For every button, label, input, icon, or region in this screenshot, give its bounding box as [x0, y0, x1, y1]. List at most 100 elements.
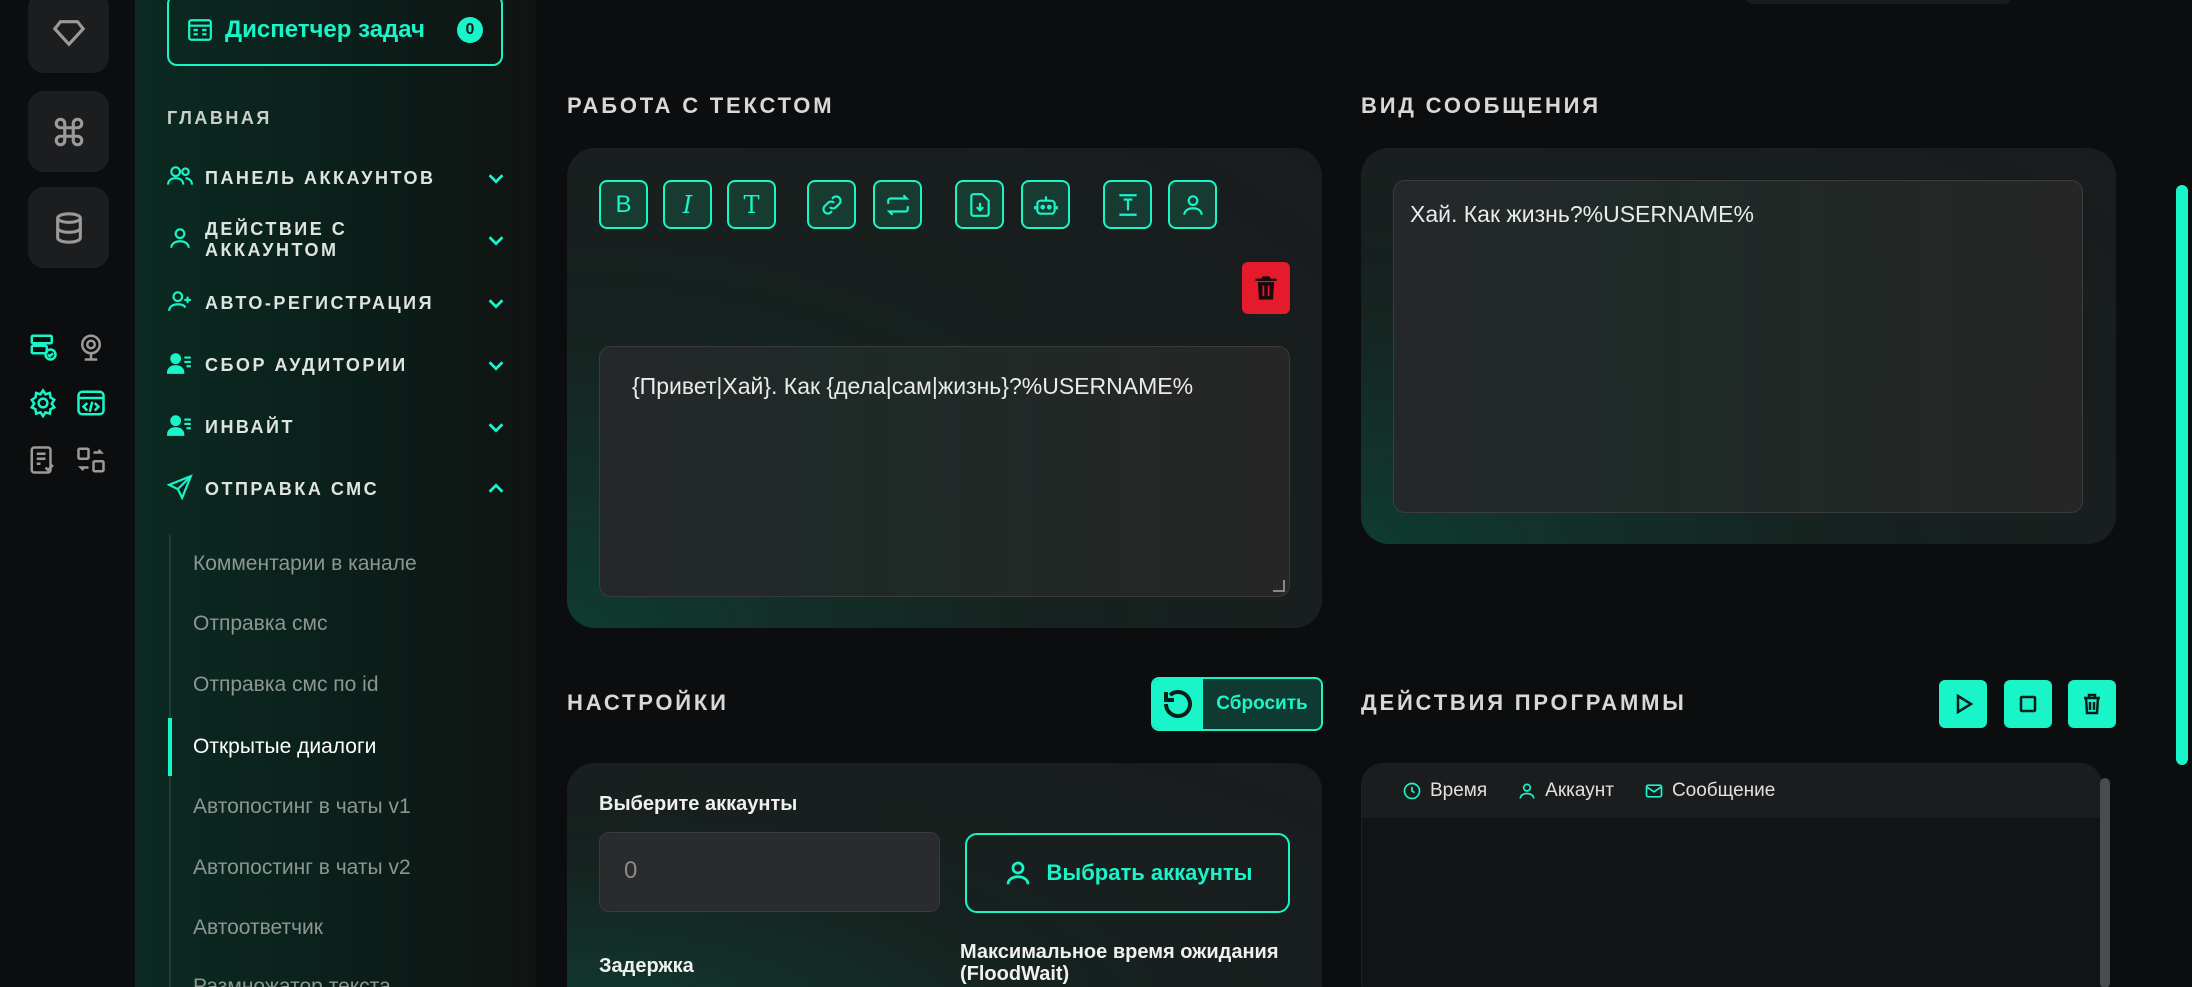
accounts-placeholder: 0 — [624, 857, 638, 884]
chevron-down-icon — [485, 292, 507, 314]
nav-label: ОТПРАВКА СМС — [205, 478, 380, 499]
stop-button[interactable] — [2004, 680, 2052, 728]
accounts-label: Выберите аккаунты — [599, 793, 798, 815]
user-icon — [1519, 783, 1535, 799]
column-label: Сообщение — [1671, 780, 1776, 801]
webcam-icon[interactable] — [74, 330, 108, 364]
submenu-item[interactable]: Комментарии в канале — [193, 552, 417, 576]
submenu-item[interactable]: Автоответчик — [193, 916, 323, 940]
send-icon — [166, 473, 193, 505]
clear-log-button[interactable] — [2068, 680, 2116, 728]
text-work-title: РАБОТА С ТЕКСТОМ — [567, 93, 835, 118]
nav-label: АВТО-РЕГИСТРАЦИЯ — [205, 292, 434, 313]
code-window-icon[interactable] — [74, 386, 108, 420]
task-manager-button[interactable]: Диспетчер задач 0 — [167, 0, 503, 66]
command-icon[interactable] — [28, 91, 109, 172]
bold-glyph: B — [615, 190, 632, 218]
clock-icon — [1403, 782, 1421, 800]
server-check-icon[interactable] — [26, 330, 60, 364]
actions-log: Время Аккаунт Сообщение — [1361, 763, 2102, 987]
bold-button[interactable]: B — [599, 180, 648, 229]
chevron-up-icon — [485, 478, 507, 500]
submenu-item[interactable]: Отправка смс — [193, 612, 327, 636]
column-label: Аккаунт — [1545, 780, 1614, 801]
select-accounts-label: Выбрать аккаунты — [1046, 860, 1253, 885]
accounts-input[interactable]: 0 — [599, 832, 940, 912]
settings-title: НАСТРОЙКИ — [567, 690, 729, 715]
text-format-icon — [1118, 193, 1137, 216]
settings-gear-icon[interactable] — [26, 386, 60, 420]
nav-label: СБОР АУДИТОРИИ — [205, 354, 408, 375]
select-accounts-button[interactable]: Выбрать аккаунты — [965, 833, 1290, 913]
database-icon[interactable] — [28, 187, 109, 268]
reset-icon — [1153, 679, 1203, 729]
bot-button[interactable] — [1021, 180, 1070, 229]
top-bar-edge — [1746, 0, 2011, 4]
submenu-item-active[interactable]: Открытые диалоги — [193, 735, 376, 759]
reset-label: Сбросить — [1216, 693, 1308, 714]
icon-rail — [0, 0, 135, 987]
play-button[interactable] — [1939, 680, 1987, 728]
chevron-down-icon — [485, 229, 507, 251]
nav-item-send-sms[interactable]: ОТПРАВКА СМС — [166, 469, 507, 509]
user-icon — [167, 225, 193, 256]
submenu-item[interactable]: Автопостинг в чаты v1 — [193, 795, 411, 819]
repeat-button[interactable] — [873, 180, 922, 229]
floodwait-label: Максимальное время ожидания (FloodWait) — [960, 941, 1279, 985]
page-scrollbar[interactable] — [2176, 185, 2188, 765]
log-header: Время Аккаунт Сообщение — [1362, 764, 2101, 818]
nav-item-account-action[interactable]: ДЕЙСТВИЕ С АККАУНТОМ — [167, 219, 507, 260]
delay-label: Задержка — [599, 955, 694, 977]
nav-label: ПАНЕЛЬ АККАУНТОВ — [205, 167, 436, 188]
chevron-down-icon — [485, 416, 507, 438]
checklist-icon[interactable] — [26, 443, 60, 477]
italic-glyph: I — [682, 190, 693, 219]
mail-icon — [1645, 784, 1663, 798]
user-icon — [1006, 861, 1029, 885]
log-column-message: Сообщение — [1644, 780, 1775, 802]
resize-handle[interactable] — [1273, 580, 1285, 592]
template-textarea[interactable]: {Привет|Хай}. Как {дела|сам|жизнь}?%USER… — [599, 346, 1290, 597]
nav-item-auto-registration[interactable]: АВТО-РЕГИСТРАЦИЯ — [167, 283, 507, 323]
preview-title: ВИД СООБЩЕНИЯ — [1361, 93, 1601, 118]
reset-button[interactable]: Сбросить — [1151, 677, 1323, 731]
text-type-button[interactable]: T — [727, 180, 776, 229]
link-button[interactable] — [807, 180, 856, 229]
clear-text-button[interactable] — [1242, 262, 1290, 314]
template-text: {Привет|Хай}. Как {дела|сам|жизнь}?%USER… — [632, 373, 1194, 399]
submenu-item[interactable]: Автопостинг в чаты v2 — [193, 856, 411, 880]
transfer-icon[interactable] — [74, 443, 108, 477]
text-format-button[interactable] — [1103, 180, 1152, 229]
user-list-icon — [166, 350, 193, 381]
task-count-badge: 0 — [457, 17, 483, 43]
text-glyph: T — [743, 190, 760, 219]
log-scrollbar[interactable] — [2100, 778, 2110, 987]
submenu-item[interactable]: Отправка смс по id — [193, 673, 379, 697]
stop-icon — [2019, 695, 2037, 713]
users-icon — [167, 163, 193, 194]
preview-text: Хай. Как жизнь?%USERNAME% — [1410, 201, 1754, 227]
nav-label: ИНВАЙТ — [205, 416, 295, 437]
actions-title: ДЕЙСТВИЯ ПРОГРАММЫ — [1361, 690, 1687, 715]
submenu-item[interactable]: Размножатор текста — [193, 975, 391, 987]
trash-icon — [1255, 276, 1277, 300]
nav-item-accounts-panel[interactable]: ПАНЕЛЬ АККАУНТОВ — [167, 158, 507, 198]
file-download-icon — [969, 192, 990, 217]
file-download-button[interactable] — [955, 180, 1004, 229]
repeat-icon — [886, 193, 909, 216]
section-title: ГЛАВНАЯ — [167, 108, 272, 128]
task-board-icon — [188, 19, 212, 41]
play-icon — [1956, 693, 1974, 715]
username-button[interactable] — [1168, 180, 1217, 229]
chevron-down-icon — [485, 354, 507, 376]
nav-item-audience-collection[interactable]: СБОР АУДИТОРИИ — [166, 345, 507, 385]
nav-label: ДЕЙСТВИЕ С АККАУНТОМ — [205, 219, 348, 260]
italic-button[interactable]: I — [663, 180, 712, 229]
log-column-time: Время — [1402, 780, 1487, 802]
user-icon — [1182, 194, 1203, 215]
diamond-icon[interactable] — [28, 0, 109, 73]
task-manager-label: Диспетчер задач — [225, 16, 425, 43]
trash-icon — [2084, 693, 2100, 715]
preview-box: Хай. Как жизнь?%USERNAME% — [1393, 180, 2083, 513]
nav-item-invite[interactable]: ИНВАЙТ — [166, 407, 507, 447]
